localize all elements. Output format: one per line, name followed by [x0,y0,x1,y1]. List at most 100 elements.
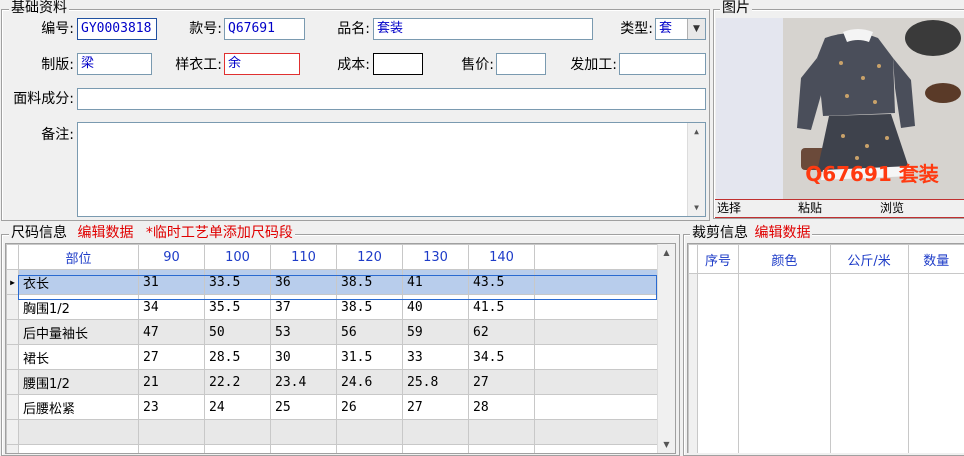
fabric-field[interactable] [77,88,706,110]
size-cell[interactable] [205,420,271,445]
size-cell[interactable] [205,445,271,455]
size-cell[interactable]: 41.5 [469,295,535,320]
size-cell[interactable] [19,445,139,455]
size-cell[interactable]: 28.5 [205,345,271,370]
size-cell[interactable]: 25.8 [403,370,469,395]
size-col-header[interactable]: 120 [337,245,403,270]
size-cell[interactable]: 衣长 [19,270,139,295]
size-cell[interactable]: 31.5 [337,345,403,370]
size-cell[interactable]: 26 [337,395,403,420]
size-cell[interactable] [271,445,337,455]
size-cell[interactable]: 胸围1/2 [19,295,139,320]
size-cell[interactable]: 22.2 [205,370,271,395]
size-col-header[interactable]: 140 [469,245,535,270]
code-field[interactable]: GY0003818 [77,18,157,40]
select-image-button[interactable]: 选择 [717,200,741,216]
size-cell[interactable]: 23 [139,395,205,420]
style-field[interactable]: Q67691 [224,18,305,40]
size-cell[interactable]: 35.5 [205,295,271,320]
cut-col-header[interactable]: 颜色 [739,245,831,274]
size-cell[interactable] [403,445,469,455]
size-cell[interactable] [469,420,535,445]
size-cell[interactable] [139,445,205,455]
size-cell[interactable]: 28 [469,395,535,420]
size-cell[interactable]: 31 [139,270,205,295]
cut-cell[interactable] [908,274,964,454]
size-row[interactable]: 胸围1/2 34 35.5 37 38.5 40 41.5 [7,295,659,320]
size-cell[interactable]: 41 [403,270,469,295]
name-field[interactable]: 套装 [373,18,593,40]
size-cell[interactable]: 27 [139,345,205,370]
sample-maker-field[interactable]: 余 [224,53,300,75]
size-cell[interactable]: 21 [139,370,205,395]
size-cell[interactable]: 34 [139,295,205,320]
size-cell[interactable]: 27 [403,395,469,420]
chevron-down-icon[interactable]: ▼ [687,19,705,39]
size-cell[interactable]: 40 [403,295,469,320]
size-col-header[interactable]: 110 [271,245,337,270]
size-col-header[interactable]: 部位 [19,245,139,270]
size-cell[interactable] [469,445,535,455]
size-cell[interactable]: 50 [205,320,271,345]
size-cell[interactable]: 34.5 [469,345,535,370]
size-cell[interactable]: 53 [271,320,337,345]
size-cell[interactable]: 后腰松紧 [19,395,139,420]
size-cell[interactable] [337,420,403,445]
size-cell[interactable]: 33.5 [205,270,271,295]
size-cell[interactable]: 24.6 [337,370,403,395]
remark-textarea[interactable]: ▲ ▼ [77,122,706,217]
size-cell[interactable]: 裙长 [19,345,139,370]
size-row[interactable]: ▶ 衣长 31 33.5 36 38.5 41 43.5 [7,270,659,295]
cut-cell[interactable] [739,274,831,454]
size-row[interactable]: 后腰松紧 23 24 25 26 27 28 [7,395,659,420]
cut-col-header[interactable]: 数量 [908,245,964,274]
browse-image-button[interactable]: 浏览 [880,200,904,216]
scroll-down-icon[interactable]: ▼ [658,436,675,453]
paste-image-button[interactable]: 粘贴 [798,200,822,216]
cut-edit-link[interactable]: 编辑数据 [754,225,810,241]
scroll-down-icon[interactable]: ▼ [688,199,705,216]
size-cell[interactable]: 59 [403,320,469,345]
process-field[interactable] [619,53,706,75]
size-row-empty[interactable] [7,445,659,455]
size-row[interactable]: 裙长 27 28.5 30 31.5 33 34.5 [7,345,659,370]
price-field[interactable] [496,53,546,75]
size-row[interactable]: 腰围1/2 21 22.2 23.4 24.6 25.8 27 [7,370,659,395]
cut-cell[interactable] [698,274,739,454]
size-row-empty[interactable] [7,420,659,445]
size-cell[interactable]: 33 [403,345,469,370]
size-cell[interactable]: 37 [271,295,337,320]
size-cell[interactable]: 36 [271,270,337,295]
size-edit-link[interactable]: 编辑数据 [77,225,133,241]
cost-field[interactable] [373,53,423,75]
size-cell[interactable]: 27 [469,370,535,395]
size-cell[interactable]: 38.5 [337,295,403,320]
size-cell[interactable]: 30 [271,345,337,370]
size-cell[interactable] [271,420,337,445]
cut-col-header[interactable]: 序号 [698,245,739,274]
size-cell[interactable]: 47 [139,320,205,345]
size-cell[interactable]: 56 [337,320,403,345]
size-grid-scrollbar[interactable]: ▲ ▼ [657,244,675,453]
size-cell[interactable] [403,420,469,445]
scroll-up-icon[interactable]: ▲ [658,244,675,261]
product-image[interactable]: Q67691 套装 [716,18,964,199]
cut-col-header[interactable]: 公斤/米 [830,245,908,274]
size-cell[interactable]: 62 [469,320,535,345]
size-cell[interactable]: 腰围1/2 [19,370,139,395]
size-cell[interactable]: 23.4 [271,370,337,395]
size-cell[interactable]: 43.5 [469,270,535,295]
scroll-up-icon[interactable]: ▲ [688,123,705,140]
cut-cell[interactable] [830,274,908,454]
size-col-header[interactable]: 90 [139,245,205,270]
pattern-field[interactable]: 梁 [77,53,152,75]
size-cell[interactable]: 24 [205,395,271,420]
size-cell[interactable]: 25 [271,395,337,420]
size-row[interactable]: 后中量袖长 47 50 53 56 59 62 [7,320,659,345]
size-cell[interactable] [337,445,403,455]
type-select[interactable]: 套 ▼ [655,18,706,40]
size-cell[interactable]: 38.5 [337,270,403,295]
size-col-header[interactable]: 100 [205,245,271,270]
cut-row-empty[interactable] [689,274,964,454]
remark-scrollbar[interactable]: ▲ ▼ [687,123,705,216]
